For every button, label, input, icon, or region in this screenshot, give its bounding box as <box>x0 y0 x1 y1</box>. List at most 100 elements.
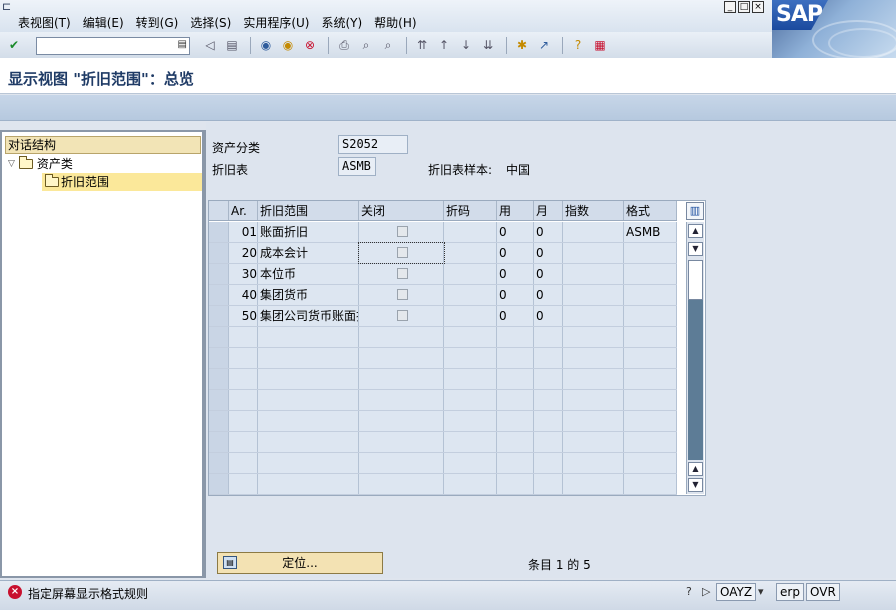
table-cell-depkey <box>444 474 497 494</box>
find-next-icon[interactable]: ⌕ <box>380 37 396 53</box>
status-expand-icon[interactable]: ▷ <box>702 585 710 598</box>
table-row[interactable] <box>209 390 677 411</box>
menu-goto[interactable]: 转到(G) <box>136 14 179 31</box>
scroll-up-icon[interactable]: ▲ <box>688 224 703 238</box>
position-icon: ▤ <box>223 556 237 569</box>
column-header-closed[interactable]: 关闭 <box>359 201 444 220</box>
table-cell-index <box>563 327 624 347</box>
enter-icon[interactable]: ✔ <box>6 37 22 53</box>
table-cell-month: 0 <box>534 264 563 284</box>
row-selector[interactable] <box>209 390 229 410</box>
column-settings-icon[interactable]: ▥ <box>686 202 704 220</box>
scroll-thumb[interactable] <box>688 260 703 300</box>
scroll-page-up-icon[interactable]: ▲ <box>688 462 703 476</box>
row-selector[interactable] <box>209 222 229 242</box>
table-row[interactable] <box>209 474 677 495</box>
table-row[interactable]: 40 集团货币 0 0 <box>209 285 677 306</box>
maximize-icon[interactable]: □ <box>738 1 750 13</box>
row-selector[interactable] <box>209 369 229 389</box>
input-mode-box[interactable]: OVR <box>806 583 840 601</box>
table-cell-closed <box>359 348 444 368</box>
find-icon[interactable]: ⌕ <box>358 37 374 53</box>
row-selector[interactable] <box>209 243 229 263</box>
history-back-icon[interactable]: ◁ <box>202 37 218 53</box>
status-list-icon[interactable]: ▾ <box>758 585 764 598</box>
table-cell-name: 集团货币 <box>258 285 359 305</box>
column-header-ar[interactable]: Ar. <box>229 201 258 220</box>
scroll-down-icon[interactable]: ▼ <box>688 242 703 256</box>
exit-icon[interactable]: ◉ <box>280 37 296 53</box>
column-header-month[interactable]: 月 <box>534 201 563 220</box>
closed-checkbox[interactable] <box>396 268 408 279</box>
table-row[interactable]: 50 集团公司货币账面折 0 0 <box>209 306 677 327</box>
scroll-track[interactable] <box>688 300 703 460</box>
first-page-icon[interactable]: ⇈ <box>414 37 430 53</box>
closed-checkbox[interactable] <box>396 226 408 237</box>
back-icon[interactable]: ◉ <box>258 37 274 53</box>
table-row[interactable] <box>209 369 677 390</box>
menu-utilities[interactable]: 实用程序(U) <box>243 14 309 31</box>
close-icon[interactable]: × <box>752 1 764 13</box>
row-selector[interactable] <box>209 327 229 347</box>
shortcut-icon[interactable]: ↗ <box>536 37 552 53</box>
closed-checkbox[interactable] <box>396 310 408 321</box>
row-selector[interactable] <box>209 411 229 431</box>
table-row[interactable] <box>209 327 677 348</box>
system-id-box[interactable]: OAYZ <box>716 583 757 601</box>
menu-help[interactable]: 帮助(H) <box>374 14 416 31</box>
row-selector[interactable] <box>209 474 229 494</box>
closed-checkbox[interactable] <box>396 289 408 300</box>
table-row[interactable]: 30 本位币 0 0 <box>209 264 677 285</box>
row-selector[interactable] <box>209 348 229 368</box>
tree-node-dep-area[interactable]: 折旧范围 <box>42 173 202 191</box>
print-icon[interactable]: ⎙ <box>336 37 352 53</box>
command-history-icon[interactable]: ▤ <box>178 39 187 50</box>
row-select-all[interactable] <box>209 201 229 220</box>
menu-edit[interactable]: 编辑(E) <box>83 14 124 31</box>
next-page-icon[interactable]: ↓ <box>458 37 474 53</box>
column-header-format[interactable]: 格式 <box>624 201 677 220</box>
table-row[interactable] <box>209 411 677 432</box>
prev-page-icon[interactable]: ↑ <box>436 37 452 53</box>
help-icon[interactable]: ? <box>570 37 586 53</box>
row-selector[interactable] <box>209 306 229 326</box>
table-cell-depkey <box>444 222 497 242</box>
cancel-icon[interactable]: ⊗ <box>302 37 318 53</box>
row-selector[interactable] <box>209 285 229 305</box>
row-selector[interactable] <box>209 432 229 452</box>
layout-icon[interactable]: ▦ <box>592 37 608 53</box>
table-row[interactable] <box>209 348 677 369</box>
table-cell-ar <box>229 453 258 473</box>
minimize-icon[interactable]: _ <box>724 1 736 13</box>
closed-checkbox[interactable] <box>396 247 408 258</box>
table-cell-month <box>534 369 563 389</box>
status-help-icon[interactable]: ? <box>686 585 692 598</box>
asset-class-field[interactable]: S2052 <box>338 135 408 154</box>
column-header-dep-key[interactable]: 折码 <box>444 201 497 220</box>
table-cell-ar <box>229 327 258 347</box>
table-row[interactable] <box>209 453 677 474</box>
create-session-icon[interactable]: ✱ <box>514 37 530 53</box>
menu-system[interactable]: 系统(Y) <box>321 14 362 31</box>
table-row[interactable] <box>209 432 677 453</box>
row-selector[interactable] <box>209 264 229 284</box>
system-menu-icon[interactable]: ⊏ <box>2 1 16 13</box>
scroll-page-down-icon[interactable]: ▼ <box>688 478 703 492</box>
command-field[interactable]: ▤ <box>36 37 190 55</box>
table-cell-month: 0 <box>534 243 563 263</box>
table-scrollbar[interactable]: ▲ ▼ ▲ ▼ <box>686 222 704 494</box>
last-page-icon[interactable]: ⇊ <box>480 37 496 53</box>
row-selector[interactable] <box>209 453 229 473</box>
column-header-area[interactable]: 折旧范围 <box>258 201 359 220</box>
expand-icon[interactable]: ▽ <box>8 156 15 172</box>
column-header-index[interactable]: 指数 <box>563 201 624 220</box>
save-icon[interactable]: ▤ <box>224 37 240 53</box>
table-row[interactable]: 01 账面折旧 0 0 ASMB <box>209 222 677 243</box>
table-row[interactable]: 20 成本会计 0 0 <box>209 242 677 264</box>
position-button[interactable]: ▤ 定位... <box>217 552 383 574</box>
dep-key-field[interactable]: ASMB <box>338 157 376 176</box>
menu-select[interactable]: 选择(S) <box>190 14 231 31</box>
menu-table-view[interactable]: 表视图(T) <box>18 14 71 31</box>
column-header-use[interactable]: 用 <box>497 201 534 220</box>
tree-node-asset-class[interactable]: ▽ 资产类 <box>8 156 73 172</box>
